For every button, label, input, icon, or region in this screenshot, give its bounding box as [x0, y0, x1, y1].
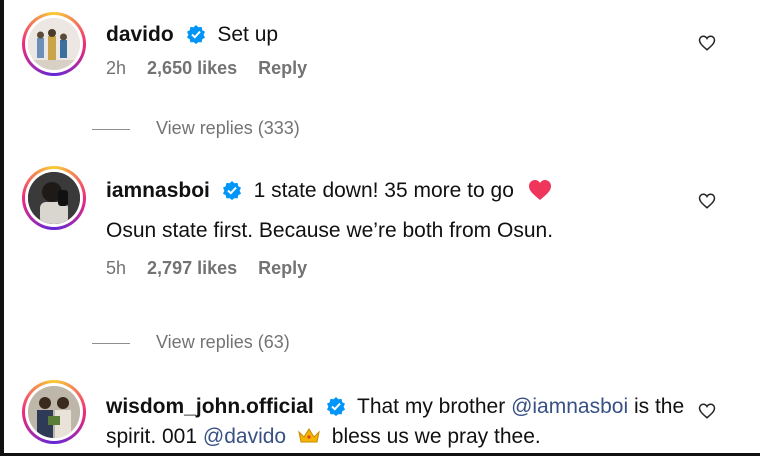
comment-extra-text: Osun state first. Because we’re both fro… — [106, 219, 554, 242]
comment-time: 2h — [106, 58, 127, 78]
heart-outline-icon[interactable] — [698, 34, 716, 52]
verified-badge-icon — [186, 25, 205, 44]
avatar-wisdom-john[interactable] — [22, 380, 86, 444]
heart-outline-icon[interactable] — [698, 192, 716, 210]
like-count[interactable]: 2,797 likes — [147, 258, 237, 278]
mention-davido[interactable]: @davido — [203, 425, 286, 448]
comment-time: 5h — [106, 258, 127, 278]
avatar-iamnasboi[interactable] — [22, 166, 86, 230]
heart-outline-icon[interactable] — [698, 402, 716, 420]
view-replies-button[interactable]: View replies (63) — [92, 332, 290, 353]
comment-text-part4: bless us we pray thee. — [331, 425, 541, 448]
reply-button[interactable]: Reply — [258, 58, 307, 78]
replies-divider — [92, 342, 130, 344]
view-replies-label[interactable]: View replies (63) — [156, 332, 290, 352]
comment-text: Set up — [217, 23, 279, 46]
verified-badge-icon — [222, 181, 241, 200]
username[interactable]: wisdom_john.official — [106, 395, 314, 418]
username[interactable]: iamnasboi — [106, 179, 210, 202]
verified-badge-icon — [326, 397, 345, 416]
reply-button[interactable]: Reply — [258, 258, 307, 278]
comment-text-part2: is the — [633, 395, 685, 418]
mention-iamnasboi[interactable]: @iamnasboi — [511, 395, 628, 418]
view-replies-button[interactable]: View replies (333) — [92, 118, 300, 139]
comment-text-part3: spirit. 001 — [106, 425, 198, 448]
like-count[interactable]: 2,650 likes — [147, 58, 237, 78]
red-heart-emoji-icon — [528, 180, 551, 200]
avatar-davido[interactable] — [22, 12, 86, 76]
replies-divider — [92, 128, 130, 130]
view-replies-label[interactable]: View replies (333) — [156, 118, 300, 138]
comment-text: 1 state down! 35 more to go — [253, 179, 514, 202]
crown-emoji-icon — [298, 428, 320, 443]
username[interactable]: davido — [106, 23, 174, 46]
comment-text-part1: That my brother — [357, 395, 506, 418]
